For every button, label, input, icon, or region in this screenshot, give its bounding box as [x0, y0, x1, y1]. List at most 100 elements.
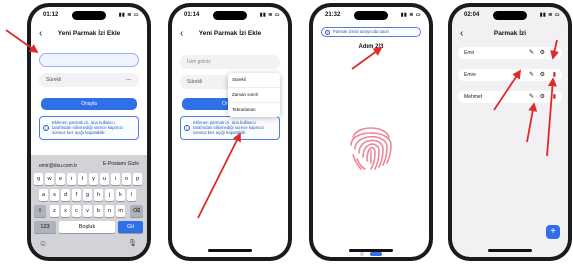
info-text: Eklenen parmak izi, ana kullanıcı tarafı…	[52, 120, 123, 136]
signal-wifi-battery-icon: ▮▮ ≋ ▭	[259, 12, 280, 18]
info-box: i Eklenen parmak izi, ana kullanıcı tara…	[39, 116, 139, 140]
key-l[interactable]: l	[127, 189, 136, 201]
microphone-icon[interactable]: 🎙	[128, 239, 137, 247]
key-m[interactable]: m	[116, 205, 125, 217]
key-z[interactable]: z	[50, 205, 59, 217]
signal-wifi-battery-icon: ▮▮ ≋ ▭	[539, 12, 560, 18]
signal-wifi-battery-icon: ▮▮ ≋ ▭	[400, 12, 421, 18]
suggestion-hide-email[interactable]: E-Postamı Gizle	[103, 161, 139, 167]
numbers-key[interactable]: 123	[34, 221, 56, 233]
list-item[interactable]: Emre ✎ ⚙ ▮	[458, 69, 562, 81]
option-repeating[interactable]: Tekrarlanan	[228, 103, 280, 117]
key-d[interactable]: d	[61, 189, 70, 201]
home-indicator	[349, 249, 393, 252]
phone-frame-3: 21:32 ▮▮ ≋ ▭ i Parmak izinizi tarayıcıda…	[309, 3, 433, 261]
status-time: 01:12	[43, 12, 59, 18]
shift-key[interactable]: ⇧	[34, 205, 46, 217]
progress-dot	[359, 252, 364, 256]
edit-pencil-icon[interactable]: ✎	[529, 71, 534, 79]
key-f[interactable]: f	[72, 189, 81, 201]
key-k[interactable]: k	[116, 189, 125, 201]
key-e[interactable]: e	[56, 173, 65, 185]
edit-pencil-icon[interactable]: ✎	[529, 93, 534, 101]
delete-key[interactable]: ⌫	[130, 205, 143, 217]
option-continuous[interactable]: Sürekli	[228, 73, 280, 88]
go-key[interactable]: Git	[118, 221, 143, 233]
list-item[interactable]: Emir ✎ ⚙ ▮	[458, 47, 562, 59]
phone-frame-2: 01:14 ▮▮ ≋ ▭ ‹ Yeni Parmak İzi Ekle İsim…	[168, 3, 292, 261]
space-key[interactable]: Boşluk	[59, 221, 115, 233]
key-g[interactable]: g	[83, 189, 92, 201]
info-icon: i	[43, 125, 49, 131]
status-bar: 01:14 ▮▮ ≋ ▭	[182, 11, 280, 21]
key-y[interactable]: y	[89, 173, 98, 185]
settings-gear-icon[interactable]: ⚙	[540, 93, 545, 101]
key-o[interactable]: o	[122, 173, 131, 185]
delete-trash-icon[interactable]: ▮	[553, 93, 556, 101]
duration-select-value: Sürekli	[46, 77, 62, 83]
page-title: Yeni Parmak İzi Ekle	[198, 30, 262, 37]
instruction-toast: i Parmak izinizi tarayıcıda tutun	[321, 27, 421, 37]
duration-dash: —	[126, 77, 131, 83]
item-name: Emre	[464, 72, 476, 78]
screen-scan-fingerprint: 21:32 ▮▮ ≋ ▭ i Parmak izinizi tarayıcıda…	[313, 7, 429, 257]
suggestion-email[interactable]: emir@dsu.com.tr	[39, 163, 77, 169]
confirm-button[interactable]: Onayla	[41, 98, 137, 110]
key-i[interactable]: i	[111, 173, 120, 185]
info-icon: i	[184, 125, 190, 131]
status-bar: 02:04 ▮▮ ≋ ▭	[462, 11, 560, 21]
screen-fingerprint-list: 02:04 ▮▮ ≋ ▭ ‹ Parmak İzi Emir ✎ ⚙ ▮ Emr…	[452, 7, 568, 257]
info-icon: i	[325, 29, 330, 35]
home-indicator	[488, 249, 532, 252]
emoji-icon[interactable]: ☺	[39, 239, 47, 248]
keyboard-suggestions: emir@dsu.com.tr E-Postamı Gizle	[31, 157, 147, 171]
add-fingerprint-button[interactable]: +	[546, 225, 560, 239]
list-item[interactable]: Mehmet ✎ ⚙ ▮	[458, 91, 562, 103]
key-h[interactable]: h	[94, 189, 103, 201]
info-text: Eklenen parmak izi, ana kullanıcı tarafı…	[193, 120, 264, 136]
header: ‹ Yeni Parmak İzi Ekle	[39, 29, 139, 41]
header: ‹ Yeni Parmak İzi Ekle	[180, 29, 280, 41]
key-c[interactable]: c	[72, 205, 81, 217]
key-a[interactable]: a	[39, 189, 48, 201]
delete-trash-icon[interactable]: ▮	[553, 49, 556, 57]
key-w[interactable]: w	[45, 173, 54, 185]
key-n[interactable]: n	[105, 205, 114, 217]
key-v[interactable]: v	[83, 205, 92, 217]
option-time-limited[interactable]: Zaman sınırlı	[228, 88, 280, 103]
page-title: Parmak İzi	[493, 30, 527, 37]
home-indicator	[208, 249, 252, 252]
status-time: 21:32	[325, 12, 341, 18]
name-input[interactable]	[39, 53, 139, 67]
key-t[interactable]: t	[78, 173, 87, 185]
phone-frame-1: 01:12 ▮▮ ≋ ▭ ‹ Yeni Parmak İzi Ekle Süre…	[27, 3, 151, 261]
screen-add-fingerprint-keyboard: 01:12 ▮▮ ≋ ▭ ‹ Yeni Parmak İzi Ekle Süre…	[31, 7, 147, 257]
settings-gear-icon[interactable]: ⚙	[540, 71, 545, 79]
item-name: Emir	[464, 50, 475, 56]
key-s[interactable]: s	[50, 189, 59, 201]
settings-gear-icon[interactable]: ⚙	[540, 49, 545, 57]
key-b[interactable]: b	[94, 205, 103, 217]
status-time: 02:04	[464, 12, 480, 18]
key-u[interactable]: u	[100, 173, 109, 185]
header: ‹ Parmak İzi	[460, 29, 560, 41]
key-q[interactable]: q	[34, 173, 43, 185]
fingerprint-icon	[350, 127, 392, 170]
item-name: Mehmet	[464, 94, 483, 100]
info-box: i Eklenen parmak izi, ana kullanıcı tara…	[180, 116, 280, 140]
step-indicator: Adım 2/3	[358, 44, 384, 50]
edit-pencil-icon[interactable]: ✎	[529, 49, 534, 57]
duration-dropdown-menu: Sürekli Zaman sınırlı Tekrarlanan	[228, 73, 280, 117]
name-input[interactable]: İsim giriniz	[180, 55, 280, 69]
keyboard: emir@dsu.com.tr E-Postamı Gizle qwertyui…	[31, 155, 147, 257]
key-p[interactable]: p	[133, 173, 142, 185]
duration-select[interactable]: Sürekli —	[39, 73, 139, 87]
toast-text: Parmak izinizi tarayıcıda tutun	[333, 29, 389, 34]
key-j[interactable]: j	[105, 189, 114, 201]
screen-add-fingerprint-dropdown: 01:14 ▮▮ ≋ ▭ ‹ Yeni Parmak İzi Ekle İsim…	[172, 7, 288, 257]
key-r[interactable]: r	[67, 173, 76, 185]
key-x[interactable]: x	[61, 205, 70, 217]
progress-dot-active	[370, 252, 383, 256]
status-time: 01:14	[184, 12, 200, 18]
delete-trash-icon[interactable]: ▮	[553, 71, 556, 79]
